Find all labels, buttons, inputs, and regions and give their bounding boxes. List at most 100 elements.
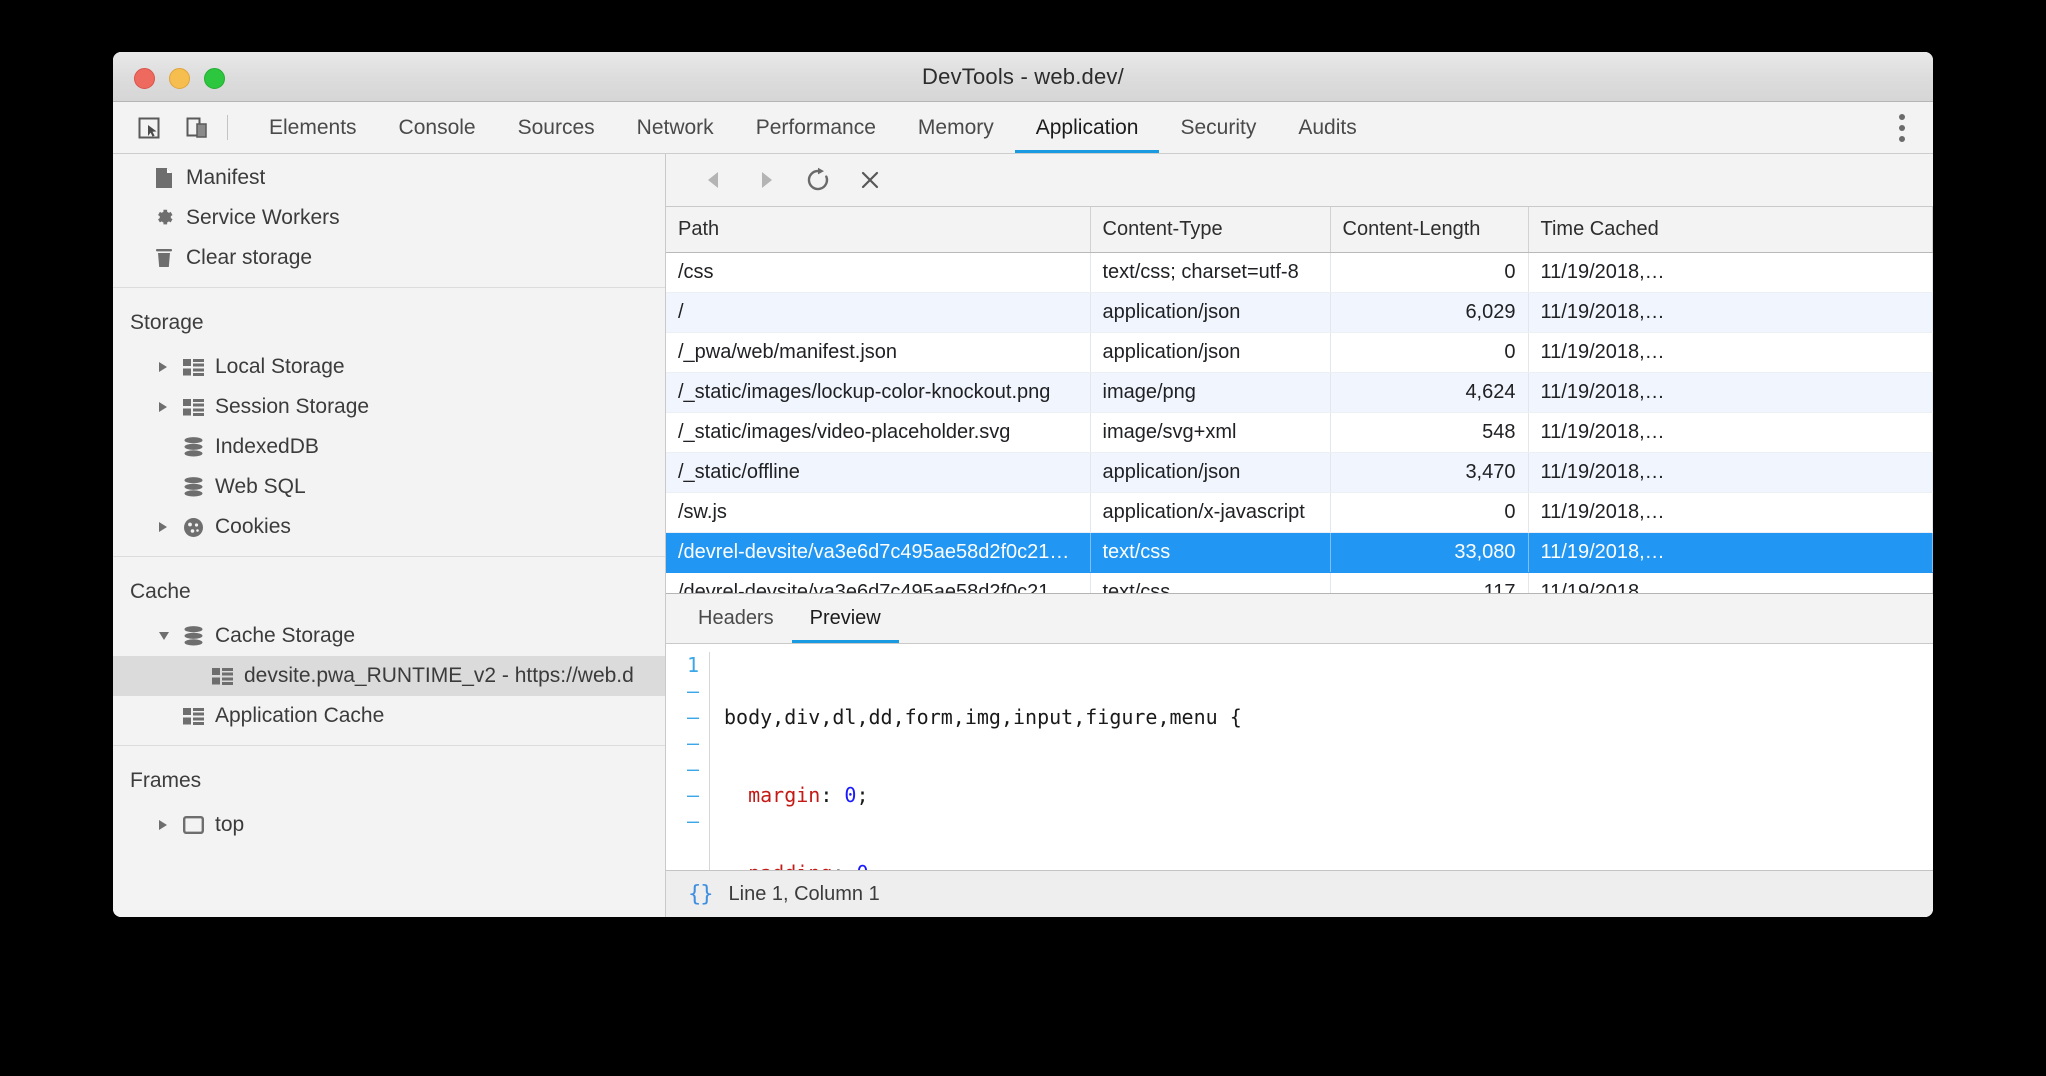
- column-header-content-type[interactable]: Content-Type: [1090, 207, 1330, 252]
- chevron-right-icon[interactable]: [159, 522, 179, 532]
- tab-elements[interactable]: Elements: [248, 102, 378, 153]
- cell-content-type: application/json: [1090, 452, 1330, 492]
- cell-content-length: 0: [1330, 332, 1528, 372]
- refresh-button[interactable]: [792, 160, 844, 200]
- sidebar-item-cache-storage[interactable]: Cache Storage: [113, 616, 665, 656]
- table-row[interactable]: /devrel-devsite/va3e6d7c495ae58d2f0c21ab…: [666, 572, 1933, 593]
- cell-time-cached: 11/19/2018,…: [1528, 572, 1933, 593]
- line-number-gutter: 1 – – – – – –: [666, 652, 710, 870]
- sidebar-section-frames: Frames: [113, 750, 665, 805]
- sidebar-item-session-storage[interactable]: Session Storage: [113, 387, 665, 427]
- sidebar-item-cache-bucket[interactable]: devsite.pwa_RUNTIME_v2 - https://web.d: [113, 656, 665, 696]
- cell-content-type: image/svg+xml: [1090, 412, 1330, 452]
- table-row[interactable]: /_static/images/video-placeholder.svg im…: [666, 412, 1933, 452]
- sidebar-item-cookies[interactable]: Cookies: [113, 507, 665, 547]
- back-button[interactable]: [688, 160, 740, 200]
- cell-time-cached: 11/19/2018,…: [1528, 332, 1933, 372]
- cell-content-length: 117: [1330, 572, 1528, 593]
- sidebar-item-top-frame[interactable]: top: [113, 805, 665, 845]
- cell-path: /_static/images/video-placeholder.svg: [666, 412, 1090, 452]
- column-header-time-cached[interactable]: Time Cached: [1528, 207, 1933, 252]
- cell-content-length: 33,080: [1330, 532, 1528, 572]
- sidebar-group-frames: Frames top: [113, 746, 665, 854]
- tab-security[interactable]: Security: [1159, 102, 1277, 153]
- window-titlebar: DevTools - web.dev/: [113, 52, 1933, 102]
- trash-icon: [150, 247, 178, 269]
- cell-time-cached: 11/19/2018,…: [1528, 292, 1933, 332]
- table-grid-icon: [179, 399, 207, 416]
- code-line: padding: 0: [724, 860, 1242, 870]
- css-property: padding: [724, 861, 832, 870]
- device-toolbar-icon[interactable]: [173, 102, 221, 153]
- database-icon: [179, 477, 207, 497]
- tab-sources[interactable]: Sources: [497, 102, 616, 153]
- cache-entries-table-wrap[interactable]: Path Content-Type Content-Length Time Ca…: [666, 207, 1933, 593]
- sidebar-item-label: IndexedDB: [215, 435, 319, 459]
- cell-content-type: application/json: [1090, 292, 1330, 332]
- table-grid-icon: [179, 359, 207, 376]
- table-row[interactable]: /sw.js application/x-javascript 0 11/19/…: [666, 492, 1933, 532]
- database-icon: [179, 626, 207, 646]
- line-number: –: [666, 782, 699, 808]
- tab-audits[interactable]: Audits: [1277, 102, 1377, 153]
- delete-entry-button[interactable]: [844, 160, 896, 200]
- table-row[interactable]: /css text/css; charset=utf-8 0 11/19/201…: [666, 252, 1933, 292]
- tab-preview[interactable]: Preview: [792, 594, 899, 643]
- table-row-selected[interactable]: /devrel-devsite/va3e6d7c495ae58d2f0c21ab…: [666, 532, 1933, 572]
- chevron-down-icon[interactable]: [159, 632, 179, 640]
- cell-content-length: 6,029: [1330, 292, 1528, 332]
- more-options-icon[interactable]: [1885, 114, 1919, 142]
- sidebar-item-label: top: [215, 813, 244, 837]
- toolbar-divider: [227, 115, 228, 140]
- sidebar-item-manifest[interactable]: Manifest: [113, 158, 665, 198]
- cell-content-length: 0: [1330, 252, 1528, 292]
- cell-content-length: 4,624: [1330, 372, 1528, 412]
- sidebar-item-label: Clear storage: [186, 246, 312, 270]
- chevron-right-icon[interactable]: [159, 362, 179, 372]
- table-row[interactable]: / application/json 6,029 11/19/2018,…: [666, 292, 1933, 332]
- tab-application[interactable]: Application: [1015, 102, 1160, 153]
- devtools-window: DevTools - web.dev/ Elements Console Sou…: [113, 52, 1933, 917]
- tab-headers[interactable]: Headers: [680, 594, 792, 643]
- sidebar-item-indexeddb[interactable]: IndexedDB: [113, 427, 665, 467]
- sidebar-item-service-workers[interactable]: Service Workers: [113, 198, 665, 238]
- tab-memory[interactable]: Memory: [897, 102, 1015, 153]
- sidebar-item-label: Web SQL: [215, 475, 306, 499]
- cell-content-type: text/css; charset=utf-8: [1090, 252, 1330, 292]
- cache-entries-table: Path Content-Type Content-Length Time Ca…: [666, 207, 1933, 593]
- sidebar-item-clear-storage[interactable]: Clear storage: [113, 238, 665, 278]
- code-viewer[interactable]: 1 – – – – – – body,div,dl,dd,form,img,in…: [666, 644, 1933, 870]
- table-row[interactable]: /_static/images/lockup-color-knockout.pn…: [666, 372, 1933, 412]
- sidebar-section-cache: Cache: [113, 561, 665, 616]
- tab-console[interactable]: Console: [378, 102, 497, 153]
- pretty-print-icon[interactable]: {}: [688, 882, 713, 907]
- css-value: 0: [856, 861, 868, 870]
- line-number: –: [666, 808, 699, 834]
- devtools-tabbar: Elements Console Sources Network Perform…: [113, 102, 1933, 154]
- sidebar-item-web-sql[interactable]: Web SQL: [113, 467, 665, 507]
- table-row[interactable]: /_pwa/web/manifest.json application/json…: [666, 332, 1933, 372]
- code-line: margin: 0;: [724, 782, 1242, 808]
- tab-performance[interactable]: Performance: [735, 102, 897, 153]
- tab-network[interactable]: Network: [616, 102, 735, 153]
- cell-path: /_pwa/web/manifest.json: [666, 332, 1090, 372]
- sidebar-item-label: Manifest: [186, 166, 265, 190]
- sidebar-item-label: Service Workers: [186, 206, 340, 230]
- column-header-content-length[interactable]: Content-Length: [1330, 207, 1528, 252]
- sidebar-item-application-cache[interactable]: Application Cache: [113, 696, 665, 736]
- cell-content-type: application/x-javascript: [1090, 492, 1330, 532]
- sidebar-item-local-storage[interactable]: Local Storage: [113, 347, 665, 387]
- preview-pane: Headers Preview 1 – – – – – – body,div,d…: [666, 593, 1933, 917]
- table-header-row: Path Content-Type Content-Length Time Ca…: [666, 207, 1933, 252]
- chevron-right-icon[interactable]: [159, 402, 179, 412]
- cell-content-length: 3,470: [1330, 452, 1528, 492]
- column-header-path[interactable]: Path: [666, 207, 1090, 252]
- cell-content-type: text/css: [1090, 532, 1330, 572]
- forward-button[interactable]: [740, 160, 792, 200]
- table-row[interactable]: /_static/offline application/json 3,470 …: [666, 452, 1933, 492]
- cell-path: /devrel-devsite/va3e6d7c495ae58d2f0c21ab…: [666, 532, 1090, 572]
- chevron-right-icon[interactable]: [159, 820, 179, 830]
- inspect-element-icon[interactable]: [125, 102, 173, 153]
- cell-path: /devrel-devsite/va3e6d7c495ae58d2f0c21ab…: [666, 572, 1090, 593]
- sidebar-item-label: Cache Storage: [215, 624, 355, 648]
